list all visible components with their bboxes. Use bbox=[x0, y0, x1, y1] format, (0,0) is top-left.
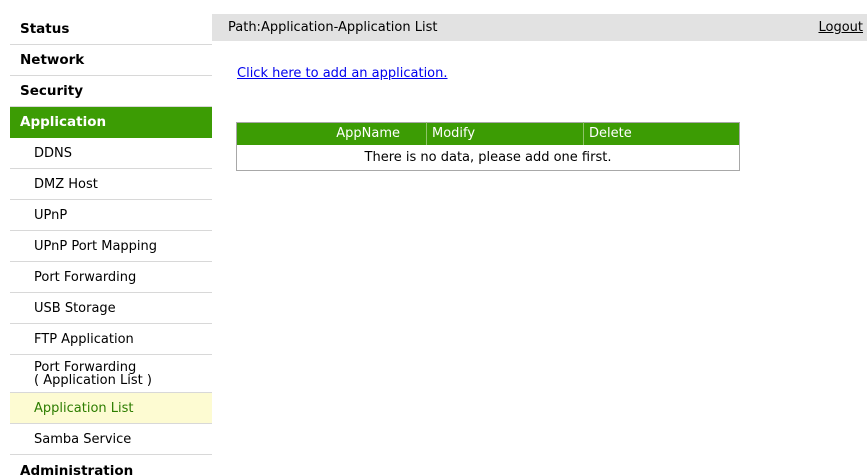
sidebar-subitem-label: UPnP Port Mapping bbox=[34, 238, 158, 254]
sidebar-subitem-label-line2: ( Application List ) bbox=[34, 373, 152, 388]
sidebar-subitem-label: Port Forwarding bbox=[34, 269, 137, 285]
sidebar-subitem-label: Samba Service bbox=[34, 431, 132, 447]
application-table: AppName Modify Delete There is no data, … bbox=[236, 122, 740, 171]
sidebar-item-label: Network bbox=[20, 52, 85, 68]
sidebar-subitem-samba-service[interactable]: Samba Service bbox=[10, 424, 212, 455]
sidebar-item-label: Administration bbox=[20, 462, 134, 476]
sidebar-subitem-label: USB Storage bbox=[34, 300, 116, 316]
sidebar-item-administration[interactable]: Administration bbox=[10, 455, 212, 476]
sidebar-subitem-ftp-application[interactable]: FTP Application bbox=[10, 324, 212, 355]
sidebar-subitem-label-block: Port Forwarding ( Application List ) bbox=[34, 361, 152, 387]
add-application-link[interactable]: Click here to add an application. bbox=[237, 66, 448, 81]
sidebar-subitem-label: Application List bbox=[34, 400, 134, 416]
sidebar-subitem-label: UPnP bbox=[34, 207, 68, 223]
sidebar-subitem-usb-storage[interactable]: USB Storage bbox=[10, 293, 212, 324]
sidebar-item-application[interactable]: Application bbox=[10, 107, 212, 138]
path-bar: Path:Application-Application List Logout bbox=[212, 14, 867, 41]
sidebar-item-label: Application bbox=[20, 114, 107, 130]
table-header-row: AppName Modify Delete bbox=[236, 122, 740, 145]
table-row: There is no data, please add one first. bbox=[237, 145, 740, 171]
sidebar-subitem-label: DDNS bbox=[34, 145, 72, 161]
sidebar-subitem-ddns[interactable]: DDNS bbox=[10, 138, 212, 169]
sidebar-item-label: Security bbox=[20, 83, 84, 99]
column-header-modify: Modify bbox=[426, 122, 584, 145]
logout-link[interactable]: Logout bbox=[818, 20, 867, 35]
column-header-delete: Delete bbox=[583, 122, 740, 145]
sidebar-item-label: Status bbox=[20, 21, 70, 37]
sidebar-item-network[interactable]: Network bbox=[10, 45, 212, 76]
sidebar-item-security[interactable]: Security bbox=[10, 76, 212, 107]
sidebar-subitem-port-forwarding[interactable]: Port Forwarding bbox=[10, 262, 212, 293]
sidebar-subitem-application-list[interactable]: Application List bbox=[10, 393, 212, 424]
sidebar-item-status[interactable]: Status bbox=[10, 14, 212, 45]
empty-table-message: There is no data, please add one first. bbox=[364, 150, 612, 166]
sidebar-subitem-upnp[interactable]: UPnP bbox=[10, 200, 212, 231]
sidebar-subitem-label: FTP Application bbox=[34, 331, 134, 347]
sidebar-nav: Status Network Security Application DDNS… bbox=[10, 14, 212, 476]
sidebar-subitem-upnp-port-mapping[interactable]: UPnP Port Mapping bbox=[10, 231, 212, 262]
breadcrumb: Path:Application-Application List bbox=[228, 20, 438, 35]
sidebar-subitem-port-forwarding-app-list[interactable]: Port Forwarding ( Application List ) bbox=[10, 355, 212, 393]
sidebar-subitem-dmz-host[interactable]: DMZ Host bbox=[10, 169, 212, 200]
column-header-appname: AppName bbox=[236, 122, 427, 145]
sidebar-subitem-label: DMZ Host bbox=[34, 176, 98, 192]
